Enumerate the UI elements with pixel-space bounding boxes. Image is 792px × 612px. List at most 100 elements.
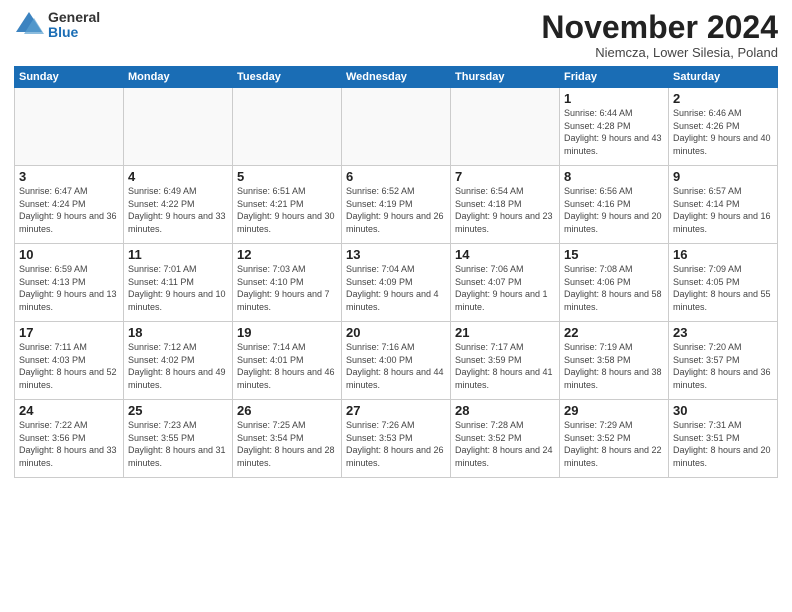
table-row: 12Sunrise: 7:03 AM Sunset: 4:10 PM Dayli…: [233, 244, 342, 322]
col-monday: Monday: [124, 67, 233, 88]
day-info: Sunrise: 7:17 AM Sunset: 3:59 PM Dayligh…: [455, 341, 555, 391]
week-row-0: 1Sunrise: 6:44 AM Sunset: 4:28 PM Daylig…: [15, 88, 778, 166]
day-info: Sunrise: 6:46 AM Sunset: 4:26 PM Dayligh…: [673, 107, 773, 157]
table-row: 25Sunrise: 7:23 AM Sunset: 3:55 PM Dayli…: [124, 400, 233, 478]
table-row: 13Sunrise: 7:04 AM Sunset: 4:09 PM Dayli…: [342, 244, 451, 322]
table-row: 10Sunrise: 6:59 AM Sunset: 4:13 PM Dayli…: [15, 244, 124, 322]
table-row: 3Sunrise: 6:47 AM Sunset: 4:24 PM Daylig…: [15, 166, 124, 244]
day-number: 30: [673, 403, 773, 418]
col-saturday: Saturday: [669, 67, 778, 88]
day-number: 10: [19, 247, 119, 262]
table-row: 28Sunrise: 7:28 AM Sunset: 3:52 PM Dayli…: [451, 400, 560, 478]
day-info: Sunrise: 7:29 AM Sunset: 3:52 PM Dayligh…: [564, 419, 664, 469]
day-number: 13: [346, 247, 446, 262]
table-row: 14Sunrise: 7:06 AM Sunset: 4:07 PM Dayli…: [451, 244, 560, 322]
day-info: Sunrise: 7:19 AM Sunset: 3:58 PM Dayligh…: [564, 341, 664, 391]
day-info: Sunrise: 6:52 AM Sunset: 4:19 PM Dayligh…: [346, 185, 446, 235]
calendar-header-row: Sunday Monday Tuesday Wednesday Thursday…: [15, 67, 778, 88]
day-info: Sunrise: 7:01 AM Sunset: 4:11 PM Dayligh…: [128, 263, 228, 313]
logo-general: General: [48, 10, 100, 25]
day-number: 9: [673, 169, 773, 184]
day-number: 15: [564, 247, 664, 262]
table-row: 20Sunrise: 7:16 AM Sunset: 4:00 PM Dayli…: [342, 322, 451, 400]
day-number: 12: [237, 247, 337, 262]
header: General Blue November 2024 Niemcza, Lowe…: [14, 10, 778, 60]
table-row: 21Sunrise: 7:17 AM Sunset: 3:59 PM Dayli…: [451, 322, 560, 400]
week-row-4: 24Sunrise: 7:22 AM Sunset: 3:56 PM Dayli…: [15, 400, 778, 478]
table-row: 16Sunrise: 7:09 AM Sunset: 4:05 PM Dayli…: [669, 244, 778, 322]
table-row: 18Sunrise: 7:12 AM Sunset: 4:02 PM Dayli…: [124, 322, 233, 400]
logo-text: General Blue: [48, 10, 100, 41]
month-title: November 2024: [541, 10, 778, 45]
table-row: 19Sunrise: 7:14 AM Sunset: 4:01 PM Dayli…: [233, 322, 342, 400]
logo-blue: Blue: [48, 25, 100, 40]
day-number: 28: [455, 403, 555, 418]
table-row: 24Sunrise: 7:22 AM Sunset: 3:56 PM Dayli…: [15, 400, 124, 478]
week-row-1: 3Sunrise: 6:47 AM Sunset: 4:24 PM Daylig…: [15, 166, 778, 244]
table-row: [15, 88, 124, 166]
week-row-3: 17Sunrise: 7:11 AM Sunset: 4:03 PM Dayli…: [15, 322, 778, 400]
day-info: Sunrise: 7:31 AM Sunset: 3:51 PM Dayligh…: [673, 419, 773, 469]
day-number: 24: [19, 403, 119, 418]
table-row: 9Sunrise: 6:57 AM Sunset: 4:14 PM Daylig…: [669, 166, 778, 244]
day-info: Sunrise: 6:49 AM Sunset: 4:22 PM Dayligh…: [128, 185, 228, 235]
day-number: 26: [237, 403, 337, 418]
day-number: 19: [237, 325, 337, 340]
week-row-2: 10Sunrise: 6:59 AM Sunset: 4:13 PM Dayli…: [15, 244, 778, 322]
day-number: 3: [19, 169, 119, 184]
day-number: 6: [346, 169, 446, 184]
day-info: Sunrise: 7:06 AM Sunset: 4:07 PM Dayligh…: [455, 263, 555, 313]
day-info: Sunrise: 6:51 AM Sunset: 4:21 PM Dayligh…: [237, 185, 337, 235]
col-thursday: Thursday: [451, 67, 560, 88]
table-row: 22Sunrise: 7:19 AM Sunset: 3:58 PM Dayli…: [560, 322, 669, 400]
table-row: [342, 88, 451, 166]
col-sunday: Sunday: [15, 67, 124, 88]
day-number: 14: [455, 247, 555, 262]
table-row: [233, 88, 342, 166]
table-row: 26Sunrise: 7:25 AM Sunset: 3:54 PM Dayli…: [233, 400, 342, 478]
day-info: Sunrise: 7:16 AM Sunset: 4:00 PM Dayligh…: [346, 341, 446, 391]
table-row: 6Sunrise: 6:52 AM Sunset: 4:19 PM Daylig…: [342, 166, 451, 244]
table-row: 27Sunrise: 7:26 AM Sunset: 3:53 PM Dayli…: [342, 400, 451, 478]
table-row: 23Sunrise: 7:20 AM Sunset: 3:57 PM Dayli…: [669, 322, 778, 400]
day-info: Sunrise: 6:59 AM Sunset: 4:13 PM Dayligh…: [19, 263, 119, 313]
day-number: 25: [128, 403, 228, 418]
day-info: Sunrise: 7:12 AM Sunset: 4:02 PM Dayligh…: [128, 341, 228, 391]
location-subtitle: Niemcza, Lower Silesia, Poland: [541, 45, 778, 60]
col-wednesday: Wednesday: [342, 67, 451, 88]
day-number: 27: [346, 403, 446, 418]
table-row: 7Sunrise: 6:54 AM Sunset: 4:18 PM Daylig…: [451, 166, 560, 244]
day-info: Sunrise: 6:44 AM Sunset: 4:28 PM Dayligh…: [564, 107, 664, 157]
table-row: 17Sunrise: 7:11 AM Sunset: 4:03 PM Dayli…: [15, 322, 124, 400]
day-number: 1: [564, 91, 664, 106]
day-info: Sunrise: 6:47 AM Sunset: 4:24 PM Dayligh…: [19, 185, 119, 235]
table-row: 2Sunrise: 6:46 AM Sunset: 4:26 PM Daylig…: [669, 88, 778, 166]
table-row: 1Sunrise: 6:44 AM Sunset: 4:28 PM Daylig…: [560, 88, 669, 166]
day-number: 16: [673, 247, 773, 262]
day-info: Sunrise: 7:28 AM Sunset: 3:52 PM Dayligh…: [455, 419, 555, 469]
day-info: Sunrise: 7:14 AM Sunset: 4:01 PM Dayligh…: [237, 341, 337, 391]
day-number: 29: [564, 403, 664, 418]
table-row: 11Sunrise: 7:01 AM Sunset: 4:11 PM Dayli…: [124, 244, 233, 322]
day-info: Sunrise: 6:56 AM Sunset: 4:16 PM Dayligh…: [564, 185, 664, 235]
day-info: Sunrise: 7:26 AM Sunset: 3:53 PM Dayligh…: [346, 419, 446, 469]
table-row: 30Sunrise: 7:31 AM Sunset: 3:51 PM Dayli…: [669, 400, 778, 478]
table-row: 4Sunrise: 6:49 AM Sunset: 4:22 PM Daylig…: [124, 166, 233, 244]
day-info: Sunrise: 7:08 AM Sunset: 4:06 PM Dayligh…: [564, 263, 664, 313]
day-number: 22: [564, 325, 664, 340]
day-info: Sunrise: 7:03 AM Sunset: 4:10 PM Dayligh…: [237, 263, 337, 313]
table-row: 5Sunrise: 6:51 AM Sunset: 4:21 PM Daylig…: [233, 166, 342, 244]
day-number: 5: [237, 169, 337, 184]
logo-icon: [14, 10, 44, 40]
calendar: Sunday Monday Tuesday Wednesday Thursday…: [14, 66, 778, 478]
table-row: 29Sunrise: 7:29 AM Sunset: 3:52 PM Dayli…: [560, 400, 669, 478]
table-row: 8Sunrise: 6:56 AM Sunset: 4:16 PM Daylig…: [560, 166, 669, 244]
day-number: 21: [455, 325, 555, 340]
day-number: 20: [346, 325, 446, 340]
day-number: 2: [673, 91, 773, 106]
table-row: [451, 88, 560, 166]
day-info: Sunrise: 7:25 AM Sunset: 3:54 PM Dayligh…: [237, 419, 337, 469]
day-info: Sunrise: 7:20 AM Sunset: 3:57 PM Dayligh…: [673, 341, 773, 391]
day-info: Sunrise: 6:57 AM Sunset: 4:14 PM Dayligh…: [673, 185, 773, 235]
day-number: 11: [128, 247, 228, 262]
